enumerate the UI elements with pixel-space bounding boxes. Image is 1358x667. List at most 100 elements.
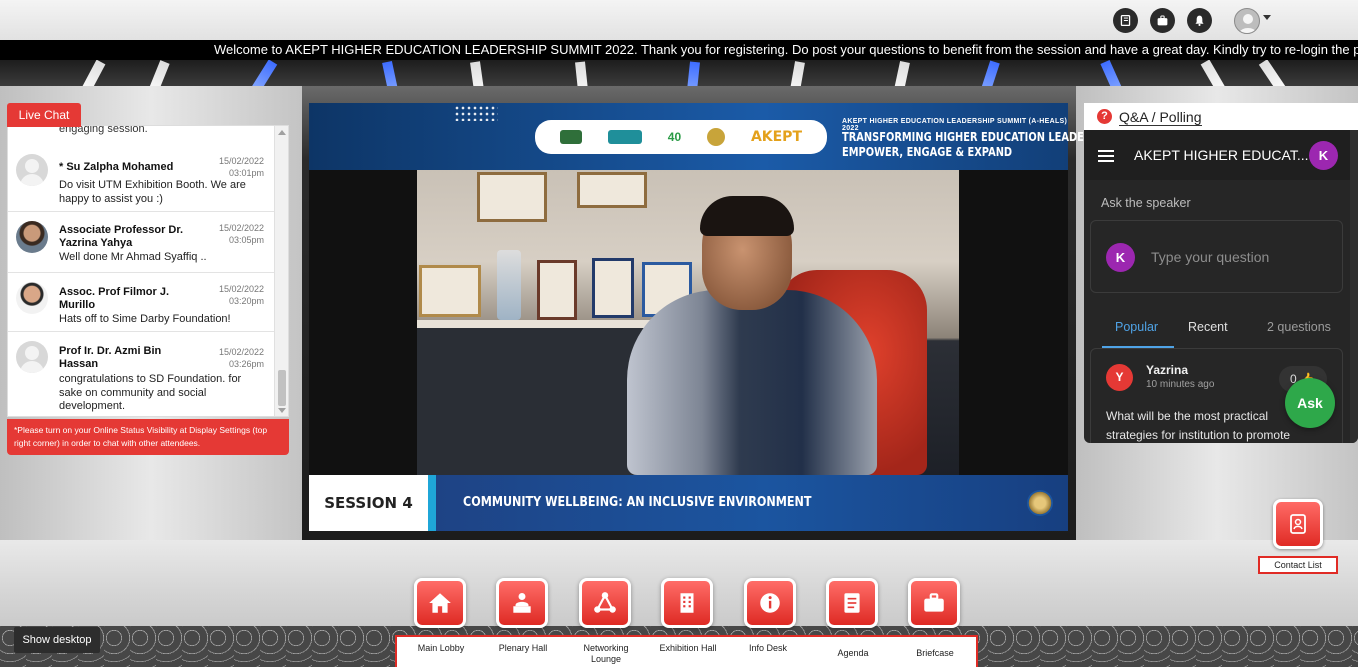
chat-message: Associate Professor Dr. Yazrina Yahya 15… [8, 213, 274, 273]
presenter-icon [513, 593, 531, 613]
question-mark-icon: ? [1097, 109, 1112, 124]
info-desk-button[interactable] [744, 578, 796, 628]
contact-list-label[interactable]: Contact List [1258, 556, 1338, 574]
briefcase-button[interactable] [908, 578, 960, 628]
announcement-marquee: Welcome to AKEPT HIGHER EDUCATION LEADER… [0, 40, 1358, 60]
nav-labels-bar: Main Lobby Plenary Hall Networking Loung… [395, 635, 978, 667]
speaker-video-frame [417, 170, 959, 475]
main-lobby-button[interactable] [414, 578, 466, 628]
question-input[interactable] [1151, 245, 1331, 269]
agenda-button[interactable] [826, 578, 878, 628]
ask-the-speaker-label: Ask the speaker [1101, 196, 1191, 210]
ask-button[interactable]: Ask [1285, 378, 1335, 428]
chat-message: Prof Ir. Dr. Azmi Bin Hassan 15/02/2022 0… [8, 333, 274, 416]
speaker-body [627, 290, 877, 475]
show-desktop-button[interactable]: Show desktop [14, 627, 100, 653]
tab-recent[interactable]: Recent [1188, 320, 1228, 334]
bell-icon[interactable] [1187, 8, 1212, 33]
leading-the-way-logo [607, 130, 642, 144]
chat-scroll-thumb[interactable] [278, 370, 286, 406]
tab-popular[interactable]: Popular [1115, 320, 1158, 334]
nav-label-briefcase[interactable]: Briefcase [900, 648, 970, 659]
home-icon [429, 593, 451, 613]
akept-logo: AKEPT [750, 129, 802, 145]
briefcase-icon [924, 593, 944, 612]
nav-label-agenda[interactable]: Agenda [818, 648, 888, 659]
scroll-down-icon[interactable] [278, 408, 286, 413]
award-plaque [419, 265, 481, 317]
chat-scrollbar[interactable] [274, 126, 288, 416]
chevron-down-icon[interactable] [1263, 15, 1271, 20]
qa-topbar: AKEPT HIGHER EDUCAT... K [1084, 130, 1350, 180]
chat-text: Do visit UTM Exhibition Booth. We are ha… [59, 179, 246, 205]
user-avatar-icon[interactable] [1234, 8, 1260, 34]
qa-header: ? Q&A / Polling [1084, 103, 1358, 130]
session-lower-third: SESSION 4 COMMUNITY WELLBEING: AN INCLUS… [309, 475, 1068, 531]
chat-sender: Assoc. Prof Filmor J. Murillo [59, 286, 170, 311]
video-banner: 40 AKEPT AKEPT HIGHER EDUCATION LEADERSH… [309, 103, 1102, 170]
decorative-dots [454, 105, 498, 121]
contact-list-button[interactable] [1273, 499, 1323, 549]
chat-timestamp: 15/02/2022 03:20pm [218, 284, 264, 306]
anniversary-logo: 40 [667, 130, 682, 144]
briefcase-icon[interactable] [1150, 8, 1175, 33]
chat-visibility-warning: *Please turn on your Online Status Visib… [7, 419, 289, 455]
chat-sender: Prof Ir. Dr. Azmi Bin Hassan [59, 345, 162, 370]
question-count: 2 questions [1267, 320, 1331, 334]
avatar: K [1106, 243, 1135, 272]
avatar [16, 282, 48, 314]
sponsor-logos: 40 AKEPT [535, 120, 827, 154]
notebook-icon[interactable] [1113, 8, 1138, 33]
network-icon [594, 592, 616, 613]
chat-timestamp: 15/02/2022 03:01pm [218, 156, 264, 178]
networking-lounge-button[interactable] [579, 578, 631, 628]
avatar[interactable]: K [1309, 141, 1338, 170]
question-author: Yazrina [1146, 363, 1189, 377]
question-input-box[interactable]: K [1090, 220, 1343, 293]
session-title: COMMUNITY WELLBEING: AN INCLUSIVE ENVIRO… [463, 495, 812, 510]
chat-messages[interactable]: engaging session. * Su Zalpha Mohamed 15… [7, 125, 289, 417]
chat-sender: * Su Zalpha Mohamed [59, 161, 174, 173]
speaker-hair [700, 196, 794, 236]
chat-text: Well done Mr Ahmad Syaffiq .. [59, 251, 207, 263]
session-accent-bar [428, 475, 436, 531]
university-logo [559, 130, 582, 144]
wall-certificate [477, 172, 547, 222]
wall-certificate [577, 172, 647, 208]
nav-label-exhibition-hall[interactable]: Exhibition Hall [653, 643, 723, 654]
chat-text: Hats off to Sime Darby Foundation! [59, 313, 231, 325]
exhibition-hall-button[interactable] [661, 578, 713, 628]
ministry-crest-logo [707, 128, 726, 146]
trophy [497, 250, 521, 320]
scroll-up-icon[interactable] [278, 130, 286, 135]
qa-scrollbar[interactable] [1350, 130, 1358, 443]
nav-label-main-lobby[interactable]: Main Lobby [406, 643, 476, 654]
nav-label-networking-lounge[interactable]: Networking Lounge [571, 643, 641, 665]
video-player[interactable]: 40 AKEPT AKEPT HIGHER EDUCATION LEADERSH… [309, 103, 1102, 531]
emblem-icon [1027, 490, 1053, 516]
building-icon [680, 593, 694, 613]
live-chat-tab[interactable]: Live Chat [7, 103, 81, 127]
chat-message-snippet: engaging session. [59, 126, 148, 135]
session-label: SESSION 4 [309, 475, 428, 531]
qa-event-title: AKEPT HIGHER EDUCAT... [1134, 147, 1309, 163]
chat-timestamp: 15/02/2022 03:05pm [218, 223, 264, 245]
qa-title[interactable]: Q&A / Polling [1119, 109, 1202, 126]
agenda-book-icon [844, 593, 860, 613]
avatar [16, 221, 48, 253]
chat-message: * Su Zalpha Mohamed 15/02/2022 03:01pm Do… [8, 146, 274, 212]
nav-label-info-desk[interactable]: Info Desk [733, 643, 803, 654]
avatar: Y [1106, 364, 1133, 391]
summit-theme-line1: TRANSFORMING HIGHER EDUCATION LEADERS: [842, 130, 1103, 144]
chat-message: Assoc. Prof Filmor J. Murillo 15/02/2022… [8, 274, 274, 332]
hamburger-menu-icon[interactable] [1098, 150, 1114, 162]
qa-tabs: Popular Recent 2 questions [1084, 310, 1350, 348]
plenary-hall-button[interactable] [496, 578, 548, 628]
chat-message-list[interactable]: engaging session. * Su Zalpha Mohamed 15… [8, 126, 274, 416]
nav-label-plenary-hall[interactable]: Plenary Hall [488, 643, 558, 654]
chat-sender: Associate Professor Dr. Yazrina Yahya [59, 224, 184, 249]
question-time: 10 minutes ago [1146, 379, 1215, 390]
award-plaque [592, 258, 634, 318]
summit-theme-line2: EMPOWER, ENGAGE & EXPAND [842, 145, 1013, 159]
info-icon [760, 593, 780, 613]
